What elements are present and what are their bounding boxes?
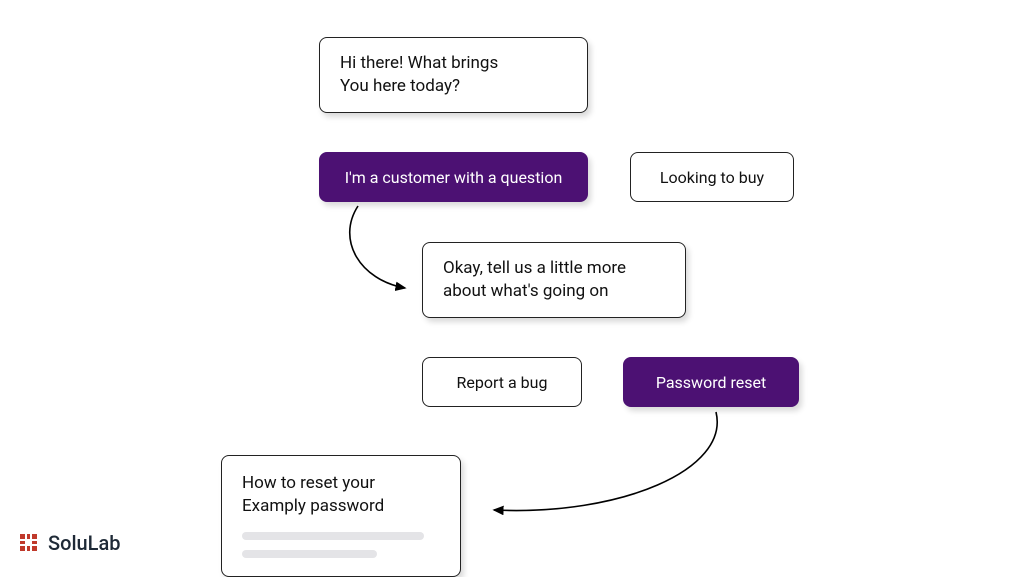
arrow-step2-to-result [0,0,1024,577]
result-card[interactable]: How to reset your Examply password [221,455,461,577]
skeleton-line [242,550,377,558]
result-title-line1: How to reset your [242,472,440,495]
brand-icon [18,532,40,554]
brand-logo: SoluLab [18,531,121,555]
skeleton-line [242,532,424,540]
brand-name: SoluLab [48,531,121,555]
result-title-line2: Examply password [242,495,440,518]
